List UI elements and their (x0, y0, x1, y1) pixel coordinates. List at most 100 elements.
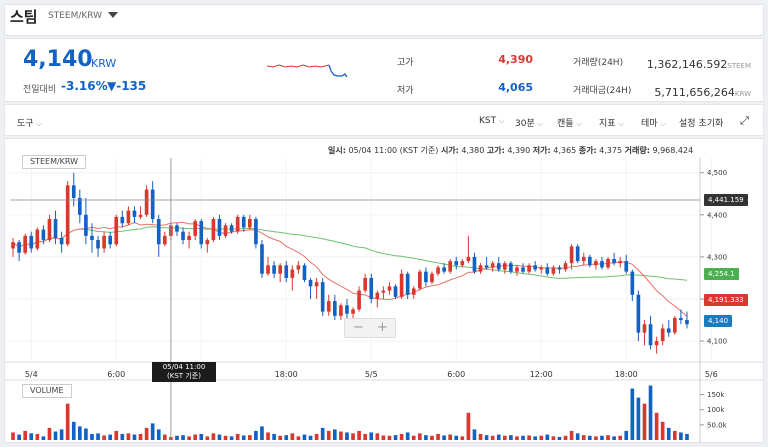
candle-body (673, 317, 677, 333)
volume-bar (387, 435, 392, 440)
volume-bar (193, 434, 197, 440)
candle-body (132, 210, 137, 217)
volume-bar (333, 429, 337, 440)
volume-bar (563, 435, 568, 440)
volume-bar (84, 428, 88, 440)
volume-bar (509, 435, 513, 440)
candle-body (399, 273, 404, 297)
volume-bar (503, 435, 507, 440)
candle-body (320, 282, 325, 312)
volume-bar (424, 435, 428, 440)
volume-bar (478, 433, 483, 440)
candle-body (545, 267, 550, 274)
candle-body (302, 265, 307, 281)
volume-label: VOLUME (22, 384, 72, 398)
candle-body (490, 263, 495, 268)
candle-body (581, 256, 586, 262)
candle-body (503, 263, 507, 270)
candle-body (636, 294, 641, 333)
candle-body (199, 221, 204, 245)
x-tick-label: 18:00 (615, 370, 638, 379)
volume-bar (296, 436, 301, 440)
candle-body (642, 324, 647, 333)
volume-bar (594, 436, 598, 440)
volume-tick-label: 100k (707, 406, 725, 414)
candle-body (533, 265, 537, 270)
volume-bar (150, 423, 155, 440)
crosshair-time-note: (KST 기준) (167, 372, 201, 380)
candle-body (436, 267, 440, 274)
volume-bar (126, 433, 131, 440)
volume-bar (11, 432, 15, 440)
candle-body (84, 214, 88, 236)
candle-body (223, 225, 228, 236)
candle-body (126, 210, 131, 224)
volume-bar (132, 434, 137, 440)
candle-body (393, 286, 398, 297)
volume-bar (411, 435, 416, 440)
candlestick-chart[interactable]: 4,5004,4004,3004,2004,1005/46:0012:0018:… (0, 0, 768, 447)
candle-body (65, 185, 70, 245)
candle-body (484, 265, 489, 268)
candle-body (654, 341, 659, 346)
zoom-out-button[interactable]: − (353, 319, 364, 337)
volume-bar (241, 435, 246, 440)
volume-bar (138, 433, 143, 440)
candle-body (90, 235, 94, 241)
candle-body (375, 292, 380, 299)
volume-bar (588, 435, 592, 440)
x-tick-label: 5/4 (25, 370, 38, 379)
volume-bar (23, 430, 27, 440)
volume-bar (375, 433, 380, 440)
volume-bar (527, 435, 531, 440)
volume-bar (466, 412, 471, 440)
ma-short-line (12, 221, 688, 317)
volume-bar (53, 431, 58, 440)
candle-body (181, 231, 185, 241)
candle-body (411, 288, 416, 295)
candle-body (217, 219, 222, 236)
candle-body (78, 197, 82, 215)
volume-bar (557, 436, 562, 440)
volume-bar (660, 421, 665, 440)
candle-body (35, 229, 40, 249)
candle-body (666, 328, 671, 333)
volume-bar (448, 434, 452, 440)
ma-short-tag: 4,191.333 (704, 294, 748, 306)
candle-body (266, 265, 270, 274)
volume-bar (120, 433, 125, 440)
crosshair-time: 05/04 11:00 (162, 363, 206, 371)
ma-long-line (12, 226, 688, 281)
volume-bar (600, 435, 604, 440)
current-price-tag: 4,140 (704, 315, 733, 327)
volume-bar (606, 435, 610, 440)
volume-bar (326, 430, 331, 440)
volume-bar (363, 433, 367, 440)
candle-body (53, 219, 58, 238)
zoom-in-button[interactable]: + (377, 319, 388, 337)
volume-bar (41, 436, 46, 440)
candle-body (539, 267, 544, 270)
candle-body (284, 265, 289, 278)
candle-body (211, 219, 216, 241)
crosshair-time-tag: 05/04 11:00 (KST 기준) (152, 362, 216, 382)
candle-body (41, 229, 46, 241)
zoom-control: − + (344, 318, 396, 338)
volume-bar (96, 433, 100, 440)
volume-bar (430, 435, 434, 440)
candle-body (314, 282, 319, 287)
volume-bar (539, 435, 544, 440)
candle-body (11, 242, 15, 249)
volume-bar (533, 436, 537, 440)
candle-body (363, 277, 367, 291)
volume-bar (545, 434, 550, 440)
candle-body (600, 261, 604, 268)
candle-body (229, 225, 234, 232)
volume-bar (351, 433, 355, 440)
candle-body (563, 263, 568, 270)
candle-body (448, 261, 452, 272)
volume-bar (679, 432, 683, 440)
candle-body (381, 290, 386, 293)
candle-body (47, 219, 52, 241)
candle-body (144, 189, 149, 215)
